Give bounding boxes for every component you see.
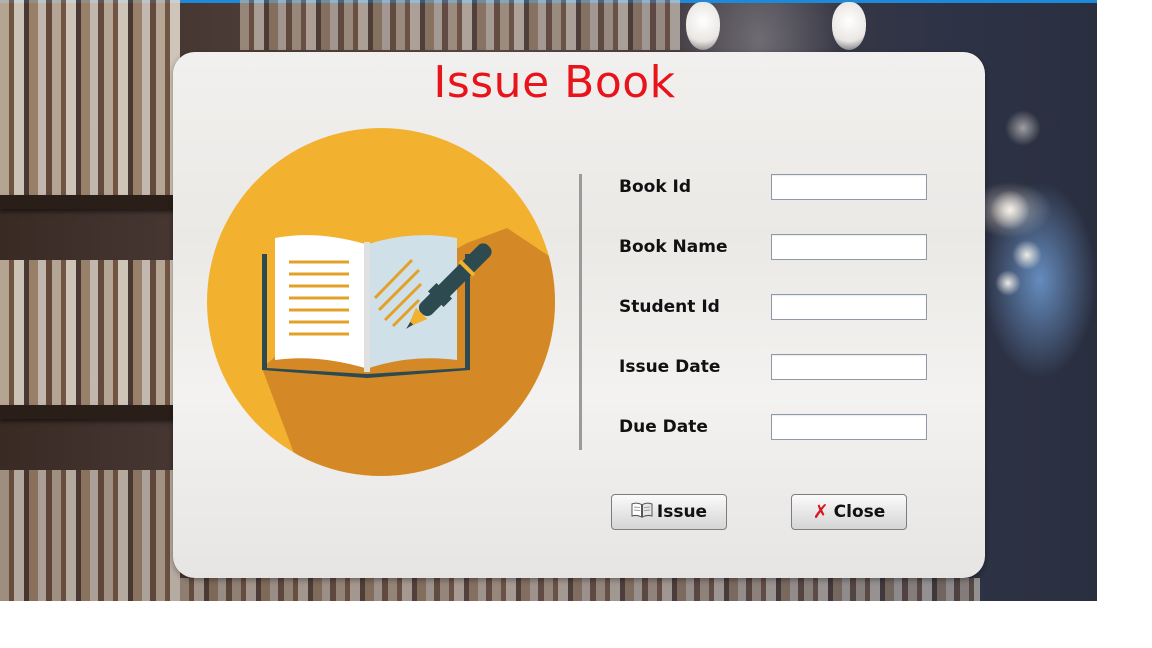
- bookshelf-books: [0, 260, 180, 410]
- book-spine: [364, 242, 370, 372]
- book-name-input[interactable]: [771, 234, 927, 260]
- open-book-with-pen-icon: [207, 128, 555, 476]
- bokeh-light: [995, 270, 1021, 296]
- illustration-graphic: [207, 128, 555, 476]
- lightbulb: [832, 2, 866, 50]
- due-date-input[interactable]: [771, 414, 927, 440]
- bokeh-light: [1012, 240, 1042, 270]
- book-id-label: Book Id: [619, 177, 692, 197]
- issue-button[interactable]: Issue: [611, 494, 727, 530]
- bokeh-light: [1005, 110, 1041, 146]
- bookshelf-books: [180, 578, 980, 601]
- lightbulb: [686, 2, 720, 50]
- book-id-input[interactable]: [771, 174, 927, 200]
- dialog-title: Issue Book: [433, 57, 676, 108]
- open-book-icon: [631, 501, 653, 524]
- bookshelf-books: [240, 0, 680, 50]
- bookshelf-books: [0, 470, 180, 601]
- book-name-label: Book Name: [619, 237, 728, 257]
- book-left-page: [275, 235, 365, 368]
- issue-button-label: Issue: [656, 502, 708, 522]
- screen: Issue Book Book Id Book Name Student Id …: [0, 0, 1152, 648]
- due-date-label: Due Date: [619, 417, 708, 437]
- close-icon: ✗: [812, 500, 829, 523]
- close-button-label: Close: [833, 502, 886, 522]
- issue-date-input[interactable]: [771, 354, 927, 380]
- bookshelf-shelf: [0, 195, 200, 209]
- vertical-divider: [579, 174, 582, 450]
- student-id-label: Student Id: [619, 297, 720, 317]
- bookshelf-shelf: [0, 405, 200, 419]
- close-button[interactable]: ✗ Close: [791, 494, 907, 530]
- student-id-input[interactable]: [771, 294, 927, 320]
- issue-date-label: Issue Date: [619, 357, 721, 377]
- bookshelf-books: [0, 0, 180, 205]
- bokeh-light: [990, 190, 1030, 230]
- book-text-lines: [289, 260, 349, 336]
